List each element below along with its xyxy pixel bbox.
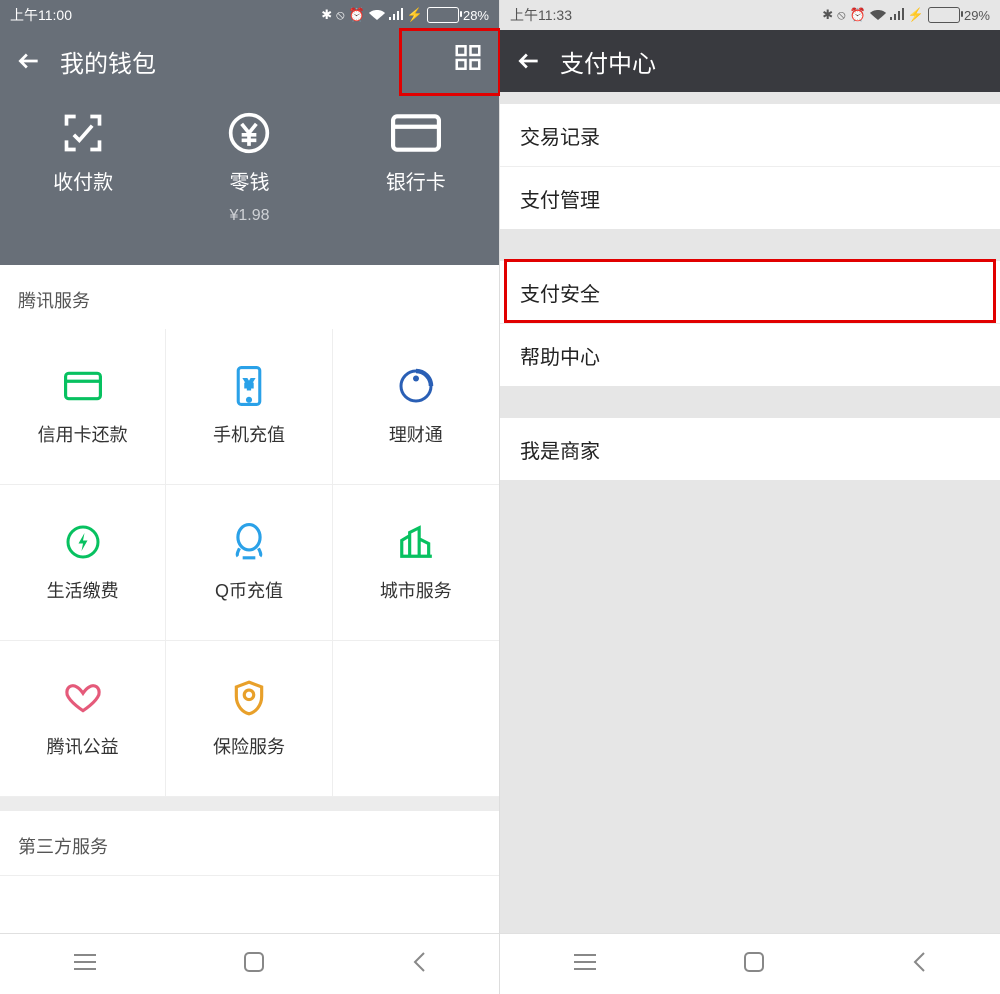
screen-payment-center: 上午11:33 ✱ ⦸ ⏰ ⚡ 29% 支付中心 xyxy=(500,0,1000,994)
back-nav-button[interactable] xyxy=(912,951,926,978)
signal-icon xyxy=(890,8,904,23)
phone-icon: ¥ xyxy=(236,367,262,405)
service-label: Q币充值 xyxy=(215,577,283,603)
item-merchant[interactable]: 我是商家 xyxy=(500,418,1000,480)
charging-icon: ⚡ xyxy=(908,7,924,23)
dnd-icon: ⦸ xyxy=(837,7,845,23)
yen-icon xyxy=(227,112,271,154)
service-label: 腾讯公益 xyxy=(47,733,119,759)
credit-card-icon xyxy=(64,367,102,405)
screen-wallet: 上午11:00 ✱ ⦸ ⏰ ⚡ 28% 我的钱包 xyxy=(0,0,500,994)
battery-icon xyxy=(427,7,459,23)
battery-icon xyxy=(928,7,960,23)
service-charity[interactable]: 腾讯公益 xyxy=(0,641,166,797)
bluetooth-icon: ✱ xyxy=(321,7,332,23)
shield-icon xyxy=(233,679,265,717)
heart-icon xyxy=(64,679,102,717)
service-label: 生活缴费 xyxy=(47,577,119,603)
qq-icon xyxy=(233,523,265,561)
recent-apps-button[interactable] xyxy=(574,953,596,976)
battery-pct: 29% xyxy=(964,8,990,23)
service-insurance[interactable]: 保险服务 xyxy=(166,641,332,797)
tile-label: 银行卡 xyxy=(386,166,446,195)
item-payment-management[interactable]: 支付管理 xyxy=(500,167,1000,229)
svg-text:¥: ¥ xyxy=(244,376,253,392)
tile-label: 收付款 xyxy=(53,166,113,195)
alarm-icon: ⏰ xyxy=(349,7,365,23)
recent-apps-button[interactable] xyxy=(74,953,96,976)
service-phone-topup[interactable]: ¥ 手机充值 xyxy=(166,329,332,485)
wallet-header: 收付款 零钱 ¥1.98 xyxy=(0,92,499,265)
home-button[interactable] xyxy=(243,951,265,978)
service-label: 保险服务 xyxy=(213,733,285,759)
service-label: 信用卡还款 xyxy=(38,421,128,447)
service-finance[interactable]: 理财通 xyxy=(333,329,499,485)
divider xyxy=(500,386,1000,418)
service-qcoin[interactable]: Q币充值 xyxy=(166,485,332,641)
card-icon xyxy=(391,112,441,154)
service-label: 理财通 xyxy=(389,421,443,447)
bluetooth-icon: ✱ xyxy=(822,7,833,23)
divider xyxy=(500,92,1000,104)
wifi-icon xyxy=(369,8,385,23)
back-button[interactable] xyxy=(16,48,42,74)
status-icons: ✱ ⦸ ⏰ ⚡ 29% xyxy=(822,7,990,23)
status-icons: ✱ ⦸ ⏰ ⚡ 28% xyxy=(321,7,489,23)
status-time: 上午11:00 xyxy=(10,5,72,25)
balance-amount: ¥1.98 xyxy=(229,207,269,225)
titlebar: 我的钱包 xyxy=(0,30,499,92)
service-empty xyxy=(333,641,499,797)
tile-balance[interactable]: 零钱 ¥1.98 xyxy=(167,112,332,225)
city-icon xyxy=(397,523,435,561)
bolt-icon xyxy=(65,523,101,561)
dnd-icon: ⦸ xyxy=(336,7,344,23)
page-title: 我的钱包 xyxy=(60,44,156,79)
services-grid: 信用卡还款 ¥ 手机充值 理财通 生活缴费 xyxy=(0,329,499,797)
wifi-icon xyxy=(870,8,886,23)
section-tencent-services: 腾讯服务 xyxy=(0,265,499,329)
charging-icon: ⚡ xyxy=(407,7,423,23)
item-help-center[interactable]: 帮助中心 xyxy=(500,324,1000,386)
service-label: 手机充值 xyxy=(213,421,285,447)
service-label: 城市服务 xyxy=(380,577,452,603)
page-title: 支付中心 xyxy=(560,44,656,79)
tile-pay-receive[interactable]: 收付款 xyxy=(1,112,166,225)
item-payment-security[interactable]: 支付安全 xyxy=(500,261,1000,324)
tile-bank-card[interactable]: 银行卡 xyxy=(333,112,498,225)
status-time: 上午11:33 xyxy=(510,5,572,25)
finance-icon xyxy=(398,367,434,405)
section-third-party: 第三方服务 xyxy=(0,811,499,876)
android-navbar xyxy=(500,933,1000,994)
status-bar: 上午11:00 ✱ ⦸ ⏰ ⚡ 28% xyxy=(0,0,499,30)
back-button[interactable] xyxy=(516,48,542,74)
service-credit-repay[interactable]: 信用卡还款 xyxy=(0,329,166,485)
divider xyxy=(0,797,499,811)
service-city[interactable]: 城市服务 xyxy=(333,485,499,641)
home-button[interactable] xyxy=(743,951,765,978)
service-utilities[interactable]: 生活缴费 xyxy=(0,485,166,641)
android-navbar xyxy=(0,933,499,994)
empty-area xyxy=(500,480,1000,933)
status-bar: 上午11:33 ✱ ⦸ ⏰ ⚡ 29% xyxy=(500,0,1000,30)
back-nav-button[interactable] xyxy=(412,951,426,978)
highlight-box xyxy=(399,28,501,96)
battery-pct: 28% xyxy=(463,8,489,23)
scan-icon xyxy=(61,112,105,154)
grid-menu-button[interactable] xyxy=(453,43,483,80)
item-transaction-records[interactable]: 交易记录 xyxy=(500,104,1000,167)
divider xyxy=(500,229,1000,261)
signal-icon xyxy=(389,8,403,23)
tile-label: 零钱 xyxy=(229,166,269,195)
alarm-icon: ⏰ xyxy=(850,7,866,23)
titlebar: 支付中心 xyxy=(500,30,1000,92)
